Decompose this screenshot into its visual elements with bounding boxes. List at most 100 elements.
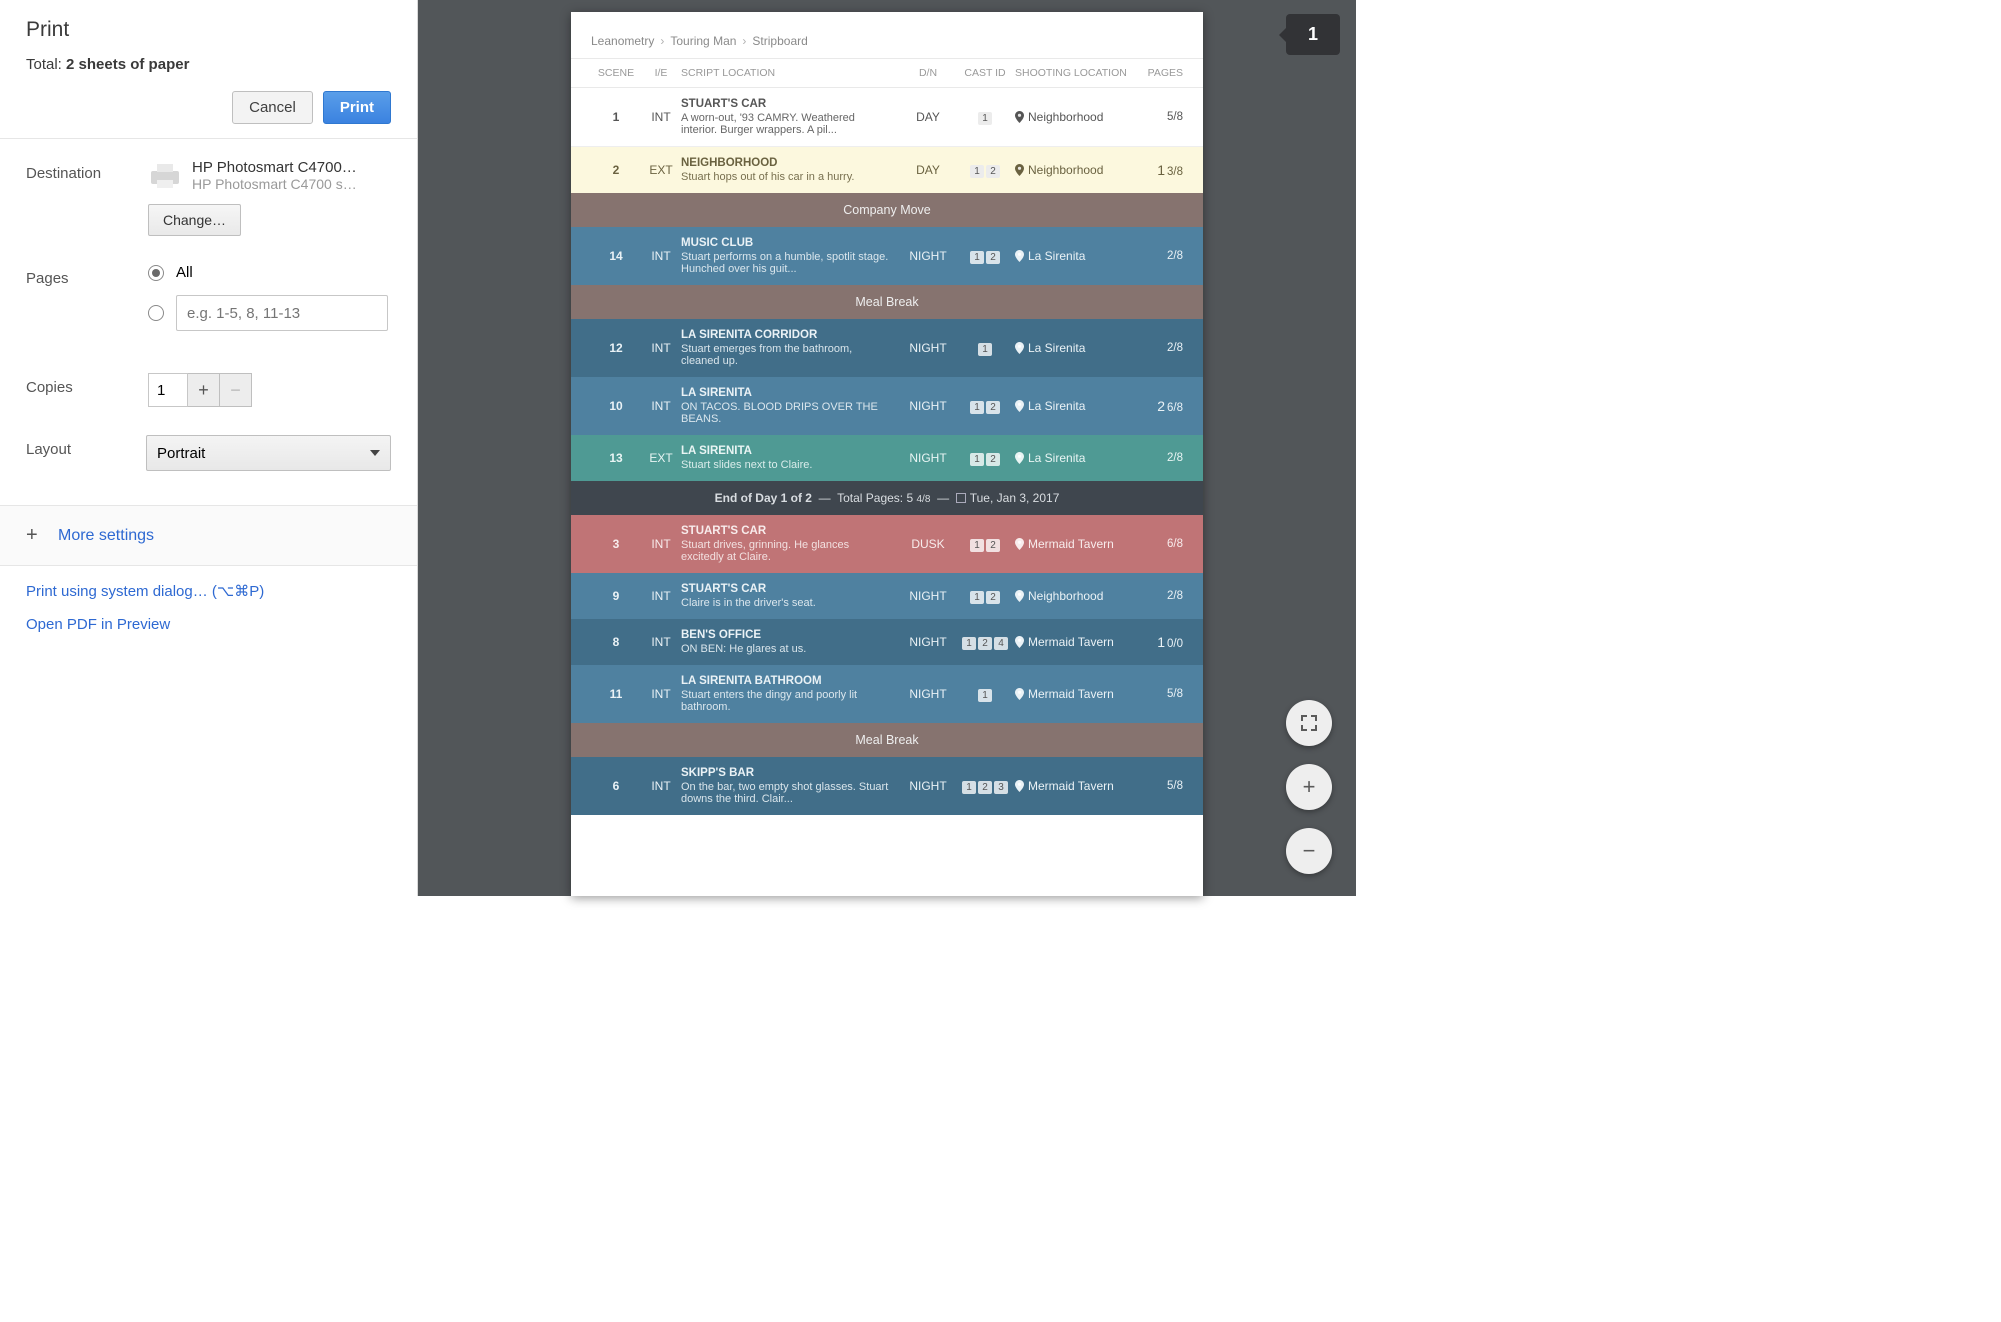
script-location: MUSIC CLUBStuart performs on a humble, s… — [681, 237, 901, 275]
cast-chip: 2 — [986, 591, 1000, 604]
scene-number: 3 — [591, 537, 641, 551]
change-destination-button[interactable]: Change… — [148, 204, 241, 236]
cast-chip: 1 — [970, 453, 984, 466]
scene-number: 6 — [591, 779, 641, 793]
col-cast: CAST ID — [955, 67, 1015, 79]
layout-select[interactable]: Portrait — [146, 435, 391, 471]
pages-label: Pages — [26, 264, 148, 287]
cast-chip: 1 — [978, 689, 992, 702]
script-location: LA SIRENITAStuart slides next to Claire. — [681, 445, 901, 471]
breadcrumb: Leanometry›Touring Man›Stripboard — [571, 30, 1203, 58]
col-dn: D/N — [901, 67, 955, 79]
script-location: LA SIRENITAON TACOS. BLOOD DRIPS OVER TH… — [681, 387, 901, 425]
pages-value: 2/8 — [1135, 452, 1183, 464]
more-settings-row[interactable]: + More settings — [0, 505, 417, 566]
ie-value: EXT — [641, 451, 681, 465]
zoom-in-button[interactable]: + — [1286, 764, 1332, 810]
cast-chip: 2 — [978, 781, 992, 794]
cast-ids: 124 — [955, 635, 1015, 650]
cast-chip: 1 — [978, 112, 992, 125]
col-shooting-location: SHOOTING LOCATION — [1015, 67, 1135, 79]
print-button[interactable]: Print — [323, 91, 391, 124]
location-pin-icon — [1015, 110, 1024, 124]
col-scene: SCENE — [591, 67, 641, 79]
pages-range-input[interactable] — [176, 295, 388, 331]
pages-value: 2/8 — [1135, 590, 1183, 602]
shooting-location: Mermaid Tavern — [1015, 537, 1135, 551]
printer-icon — [148, 162, 182, 190]
scene-number: 8 — [591, 635, 641, 649]
dn-value: NIGHT — [901, 687, 955, 701]
copies-decrement[interactable]: − — [220, 373, 252, 407]
breadcrumb-item: Leanometry — [591, 34, 654, 48]
cast-ids: 1 — [955, 110, 1015, 125]
copies-increment[interactable]: + — [188, 373, 220, 407]
col-ie: I/E — [641, 67, 681, 79]
open-pdf-link[interactable]: Open PDF in Preview — [26, 616, 391, 633]
shooting-location: La Sirenita — [1015, 341, 1135, 355]
strip-row: 9INTSTUART'S CARClaire is in the driver'… — [571, 573, 1203, 619]
cast-ids: 123 — [955, 779, 1015, 794]
scene-number: 2 — [591, 163, 641, 177]
pages-value: 5/8 — [1135, 111, 1183, 123]
viewer-controls: + − — [1286, 700, 1332, 874]
dn-value: NIGHT — [901, 249, 955, 263]
cast-chip: 2 — [986, 453, 1000, 466]
scene-number: 1 — [591, 110, 641, 124]
pages-value: 2/8 — [1135, 250, 1183, 262]
strip-row: 3INTSTUART'S CARStuart drives, grinning.… — [571, 515, 1203, 573]
pages-value: 10/0 — [1135, 634, 1183, 650]
shooting-location: Neighborhood — [1015, 589, 1135, 603]
bottom-links: Print using system dialog… (⌥⌘P) Open PD… — [0, 566, 417, 665]
cast-ids: 12 — [955, 399, 1015, 414]
dialog-buttons: Cancel Print — [26, 91, 391, 124]
banner-row: Meal Break — [571, 285, 1203, 319]
ie-value: INT — [641, 537, 681, 551]
destination-row: HP Photosmart C4700… HP Photosmart C4700… — [148, 159, 391, 192]
fit-page-button[interactable] — [1286, 700, 1332, 746]
cast-chip: 1 — [970, 539, 984, 552]
banner-row: Meal Break — [571, 723, 1203, 757]
pages-all-radio[interactable] — [148, 265, 164, 281]
shooting-location: Mermaid Tavern — [1015, 779, 1135, 793]
script-location: STUART'S CARStuart drives, grinning. He … — [681, 525, 901, 563]
cast-ids: 1 — [955, 687, 1015, 702]
location-pin-icon — [1015, 341, 1024, 355]
shooting-location: Neighborhood — [1015, 110, 1135, 124]
scene-number: 12 — [591, 341, 641, 355]
script-location: LA SIRENITA CORRIDORStuart emerges from … — [681, 329, 901, 367]
more-settings-link: More settings — [58, 527, 154, 545]
pages-value: 6/8 — [1135, 538, 1183, 550]
cast-ids: 12 — [955, 537, 1015, 552]
cast-ids: 12 — [955, 163, 1015, 178]
script-location: BEN'S OFFICEON BEN: He glares at us. — [681, 629, 901, 655]
cast-chip: 2 — [986, 251, 1000, 264]
dn-value: NIGHT — [901, 451, 955, 465]
zoom-out-button[interactable]: − — [1286, 828, 1332, 874]
dn-value: NIGHT — [901, 341, 955, 355]
system-dialog-link[interactable]: Print using system dialog… (⌥⌘P) — [26, 582, 391, 600]
copies-input[interactable] — [148, 373, 188, 407]
scene-number: 10 — [591, 399, 641, 413]
cast-chip: 2 — [978, 637, 992, 650]
total-line: Total: 2 sheets of paper — [26, 56, 391, 73]
banner-row: End of Day 1 of 2 — Total Pages: 5 4/8 —… — [571, 481, 1203, 515]
shooting-location: La Sirenita — [1015, 399, 1135, 413]
cast-chip: 1 — [978, 343, 992, 356]
print-settings: Destination HP Photosmart C4700… HP Phot… — [0, 139, 417, 493]
scene-number: 9 — [591, 589, 641, 603]
pages-range-radio[interactable] — [148, 305, 164, 321]
strip-row: 13EXTLA SIRENITAStuart slides next to Cl… — [571, 435, 1203, 481]
strip-row: 2EXTNEIGHBORHOODStuart hops out of his c… — [571, 147, 1203, 193]
location-pin-icon — [1015, 537, 1024, 551]
pages-setting: Pages All — [26, 244, 391, 353]
dn-value: NIGHT — [901, 589, 955, 603]
location-pin-icon — [1015, 249, 1024, 263]
pages-value: 5/8 — [1135, 688, 1183, 700]
print-sidebar: Print Total: 2 sheets of paper Cancel Pr… — [0, 0, 418, 896]
shooting-location: Neighborhood — [1015, 163, 1135, 177]
scene-number: 14 — [591, 249, 641, 263]
cancel-button[interactable]: Cancel — [232, 91, 313, 124]
dn-value: DUSK — [901, 537, 955, 551]
layout-label: Layout — [26, 435, 146, 458]
